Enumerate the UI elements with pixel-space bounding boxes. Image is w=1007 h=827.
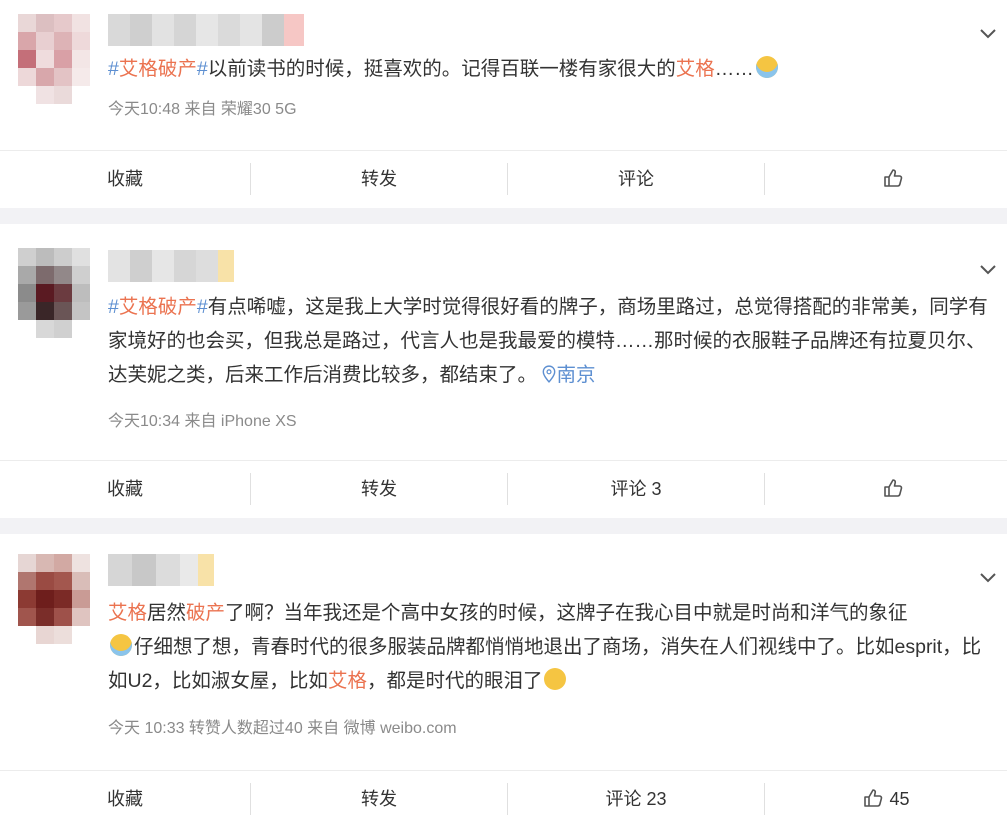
thumbs-up-icon	[882, 479, 904, 499]
crying-laughing-emoji-icon	[110, 634, 132, 656]
crying-emoji-icon	[755, 56, 778, 78]
comment-button[interactable]: 评论	[508, 151, 764, 207]
post-meta: 今天10:48 来自 荣耀30 5G	[108, 101, 297, 118]
location-pin-icon	[542, 364, 556, 386]
avatar[interactable]	[18, 14, 90, 104]
location-link[interactable]: 南京	[542, 364, 595, 386]
repost-button[interactable]: 转发	[251, 151, 507, 207]
username-blurred[interactable]	[108, 14, 304, 46]
username-blurred[interactable]	[108, 250, 234, 282]
like-count: 45	[889, 789, 910, 809]
comment-button[interactable]: 评论 23	[508, 771, 764, 827]
action-bar: 收藏 转发 评论 3	[0, 460, 1007, 517]
hashtag[interactable]: #艾格破产#	[108, 296, 208, 318]
thumbs-up-icon	[862, 789, 884, 809]
avatar[interactable]	[18, 554, 90, 644]
like-button[interactable]	[765, 151, 1007, 207]
post-meta: 今天10:34 来自 iPhone XS	[108, 413, 297, 430]
post-meta: 今天 10:33 转赞人数超过40 来自 微博 weibo.com	[108, 720, 457, 737]
post-1: #艾格破产#以前读书的时候，挺喜欢的。记得百联一楼有家很大的艾格…… 今天10:…	[0, 0, 1007, 208]
hashtag[interactable]: #艾格破产#	[108, 58, 208, 80]
keyword-link[interactable]: 艾格	[108, 602, 147, 624]
username-blurred[interactable]	[108, 554, 214, 586]
keyword-link[interactable]: 破产	[186, 602, 225, 624]
like-button[interactable]: 45	[765, 771, 1007, 827]
keyword-link[interactable]: 艾格	[676, 58, 715, 80]
chevron-down-icon[interactable]	[977, 22, 999, 44]
chevron-down-icon[interactable]	[977, 566, 999, 588]
avatar[interactable]	[18, 248, 90, 338]
post-text: 艾格居然破产了啊？当年我还是个高中女孩的时候，这牌子在我心目中就是时尚和洋气的象…	[108, 602, 982, 692]
favorite-button[interactable]: 收藏	[0, 771, 250, 827]
repost-button[interactable]: 转发	[251, 461, 507, 517]
keyword-link[interactable]: 艾格	[328, 670, 367, 692]
post-3: 艾格居然破产了啊？当年我还是个高中女孩的时候，这牌子在我心目中就是时尚和洋气的象…	[0, 534, 1007, 827]
repost-button[interactable]: 转发	[251, 771, 507, 827]
thumbs-up-icon	[882, 169, 904, 189]
action-bar: 收藏 转发 评论	[0, 150, 1007, 207]
action-bar: 收藏 转发 评论 23 45	[0, 770, 1007, 827]
post-2: #艾格破产#有点唏嘘，这是我上大学时觉得很好看的牌子，商场里路过，总觉得搭配的非…	[0, 224, 1007, 518]
chevron-down-icon[interactable]	[977, 258, 999, 280]
favorite-button[interactable]: 收藏	[0, 151, 250, 207]
favorite-button[interactable]: 收藏	[0, 461, 250, 517]
post-text: #艾格破产#以前读书的时候，挺喜欢的。记得百联一楼有家很大的艾格……	[108, 52, 998, 86]
comment-button[interactable]: 评论 3	[508, 461, 764, 517]
like-button[interactable]	[765, 461, 1007, 517]
laughing-emoji-icon	[544, 668, 567, 690]
post-text: #艾格破产#有点唏嘘，这是我上大学时觉得很好看的牌子，商场里路过，总觉得搭配的非…	[108, 296, 988, 386]
